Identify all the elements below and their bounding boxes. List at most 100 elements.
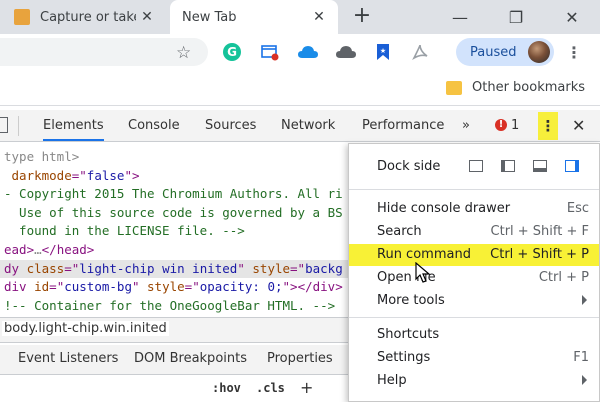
- code-token: =": [64, 260, 80, 276]
- tab-close-icon[interactable]: ✕: [138, 8, 156, 26]
- bookmarks-bar: Other bookmarks: [0, 70, 600, 106]
- bookmark-star-icon[interactable]: ☆: [176, 43, 191, 63]
- menu-item-label: Run command: [377, 247, 471, 262]
- hover-state-toggle[interactable]: :hov: [212, 381, 241, 395]
- svg-text:★: ★: [380, 47, 386, 55]
- menu-item-hide-console-drawer[interactable]: Hide console drawer Esc: [349, 198, 599, 220]
- dom-node-line[interactable]: type html>: [4, 148, 79, 167]
- tab-elements[interactable]: Elements: [43, 118, 104, 141]
- menu-item-shortcuts[interactable]: Shortcuts: [349, 324, 599, 346]
- code-token: custom-bg: [64, 279, 132, 295]
- close-window-button[interactable]: ✕: [552, 0, 592, 34]
- menu-item-shortcut: Ctrl + P: [538, 270, 589, 285]
- dock-bottom-icon[interactable]: [533, 160, 547, 172]
- devtools-menu: Dock side Hide console drawer Esc Search…: [348, 143, 600, 402]
- menu-item-label: Help: [377, 373, 407, 388]
- acrobat-icon[interactable]: [410, 42, 430, 62]
- submenu-arrow-icon: [582, 375, 587, 385]
- dom-node-line[interactable]: div id="custom-bg" style="opacity: 0;"><…: [4, 278, 343, 297]
- menu-item-label: Hide console drawer: [377, 201, 511, 216]
- class-toggle[interactable]: .cls: [256, 381, 285, 395]
- tab-close-icon[interactable]: ✕: [310, 8, 328, 26]
- menu-item-open-file[interactable]: Open file Ctrl + P: [349, 267, 599, 289]
- submenu-arrow-icon: [582, 295, 587, 305]
- dom-node-line[interactable]: ead>…</head>: [4, 241, 94, 260]
- browser-menu-icon[interactable]: ⋮: [566, 43, 582, 62]
- reader-icon[interactable]: [260, 42, 280, 62]
- menu-item-shortcut: Ctrl + Shift + P: [490, 247, 589, 262]
- onedrive-icon[interactable]: [298, 42, 318, 62]
- devtools-tabbar: Elements Console Sources Network Perform…: [0, 110, 600, 142]
- dock-right-icon[interactable]: [565, 160, 579, 172]
- code-token: false: [86, 167, 125, 183]
- cloud-icon[interactable]: [336, 42, 356, 62]
- code-token: type html>: [4, 149, 80, 164]
- tab-properties[interactable]: Properties: [267, 351, 333, 366]
- code-token: dy: [4, 260, 27, 276]
- menu-item-run-command[interactable]: Run command Ctrl + Shift + P: [349, 244, 599, 266]
- bookmark-icon[interactable]: ★: [373, 42, 393, 62]
- tab-new-tab[interactable]: New Tab ✕: [170, 0, 338, 34]
- new-tab-button[interactable]: +: [348, 2, 376, 30]
- code-token: ead>: [4, 242, 35, 257]
- restore-button[interactable]: ❐: [496, 0, 536, 34]
- code-token: style: [252, 260, 291, 276]
- minimize-button[interactable]: —: [440, 0, 480, 34]
- inspect-element-icon[interactable]: [0, 117, 8, 133]
- more-tabs-icon[interactable]: »: [462, 118, 470, 133]
- tab-performance[interactable]: Performance: [362, 118, 444, 133]
- menu-item-settings[interactable]: Settings F1: [349, 347, 599, 369]
- menu-divider: [349, 189, 599, 190]
- code-token: class: [26, 260, 65, 276]
- code-token: =": [184, 279, 200, 295]
- avatar: [528, 41, 550, 63]
- tab-dom-breakpoints[interactable]: DOM Breakpoints: [134, 351, 247, 366]
- error-icon[interactable]: !: [495, 119, 507, 131]
- menu-item-help[interactable]: Help: [349, 370, 599, 392]
- tab-capture[interactable]: Capture or take ✕: [4, 0, 166, 34]
- code-token: light-chip win inited: [79, 260, 238, 276]
- grammarly-icon[interactable]: G: [222, 42, 242, 62]
- error-count[interactable]: 1: [511, 118, 519, 133]
- profile-label: Paused: [470, 44, 517, 60]
- code-token: =": [49, 279, 65, 295]
- dom-node-line[interactable]: Use of this source code is governed by a…: [4, 204, 343, 223]
- devtools-menu-icon[interactable]: ⋮: [538, 112, 558, 140]
- tab-network[interactable]: Network: [281, 118, 335, 133]
- toolbar-divider: [18, 116, 19, 136]
- code-token: id: [34, 279, 50, 295]
- breadcrumb-item[interactable]: body.light-chip.win.inited: [2, 321, 169, 336]
- dom-node-line[interactable]: found in the LICENSE file. -->: [4, 222, 245, 241]
- dock-left-icon[interactable]: [501, 160, 515, 172]
- code-token: !-- Container for the OneGoogleBar HTML.…: [4, 297, 336, 313]
- tab-title: New Tab: [182, 9, 237, 25]
- tab-console[interactable]: Console: [128, 118, 180, 133]
- code-token: backg: [305, 260, 343, 276]
- code-token: "></div>: [282, 279, 343, 295]
- menu-item-label: Settings: [377, 350, 431, 365]
- dom-node-line[interactable]: darkmode="false">: [4, 167, 140, 186]
- menu-item-more-tools[interactable]: More tools: [349, 290, 599, 312]
- devtools-close-icon[interactable]: ✕: [572, 116, 585, 135]
- tab-strip: Capture or take ✕ New Tab ✕ + — ❐ ✕: [0, 0, 600, 34]
- dom-node-line[interactable]: - Copyright 2015 The Chromium Authors. A…: [4, 185, 343, 204]
- menu-item-label: More tools: [377, 293, 445, 308]
- tab-event-listeners[interactable]: Event Listeners: [18, 351, 118, 366]
- profile-button[interactable]: Paused: [456, 38, 554, 66]
- page-favicon-icon: [14, 9, 30, 25]
- tab-sources[interactable]: Sources: [205, 118, 256, 133]
- undock-icon[interactable]: [469, 160, 483, 172]
- code-token: </head>: [41, 242, 95, 257]
- menu-item-shortcut: Esc: [566, 201, 589, 216]
- mouse-cursor-icon: [415, 262, 431, 283]
- code-token: =": [71, 167, 87, 183]
- code-token: =": [290, 260, 306, 276]
- code-token: ": [237, 260, 253, 276]
- dom-node-line[interactable]: !-- Container for the OneGoogleBar HTML.…: [4, 297, 335, 316]
- menu-item-shortcut: F1: [573, 350, 589, 365]
- other-bookmarks-link[interactable]: Other bookmarks: [472, 80, 585, 95]
- menu-item-search[interactable]: Search Ctrl + Shift + F: [349, 221, 599, 243]
- code-token: style: [147, 279, 185, 295]
- new-style-rule-button[interactable]: +: [300, 378, 313, 397]
- code-token: ": [131, 279, 148, 295]
